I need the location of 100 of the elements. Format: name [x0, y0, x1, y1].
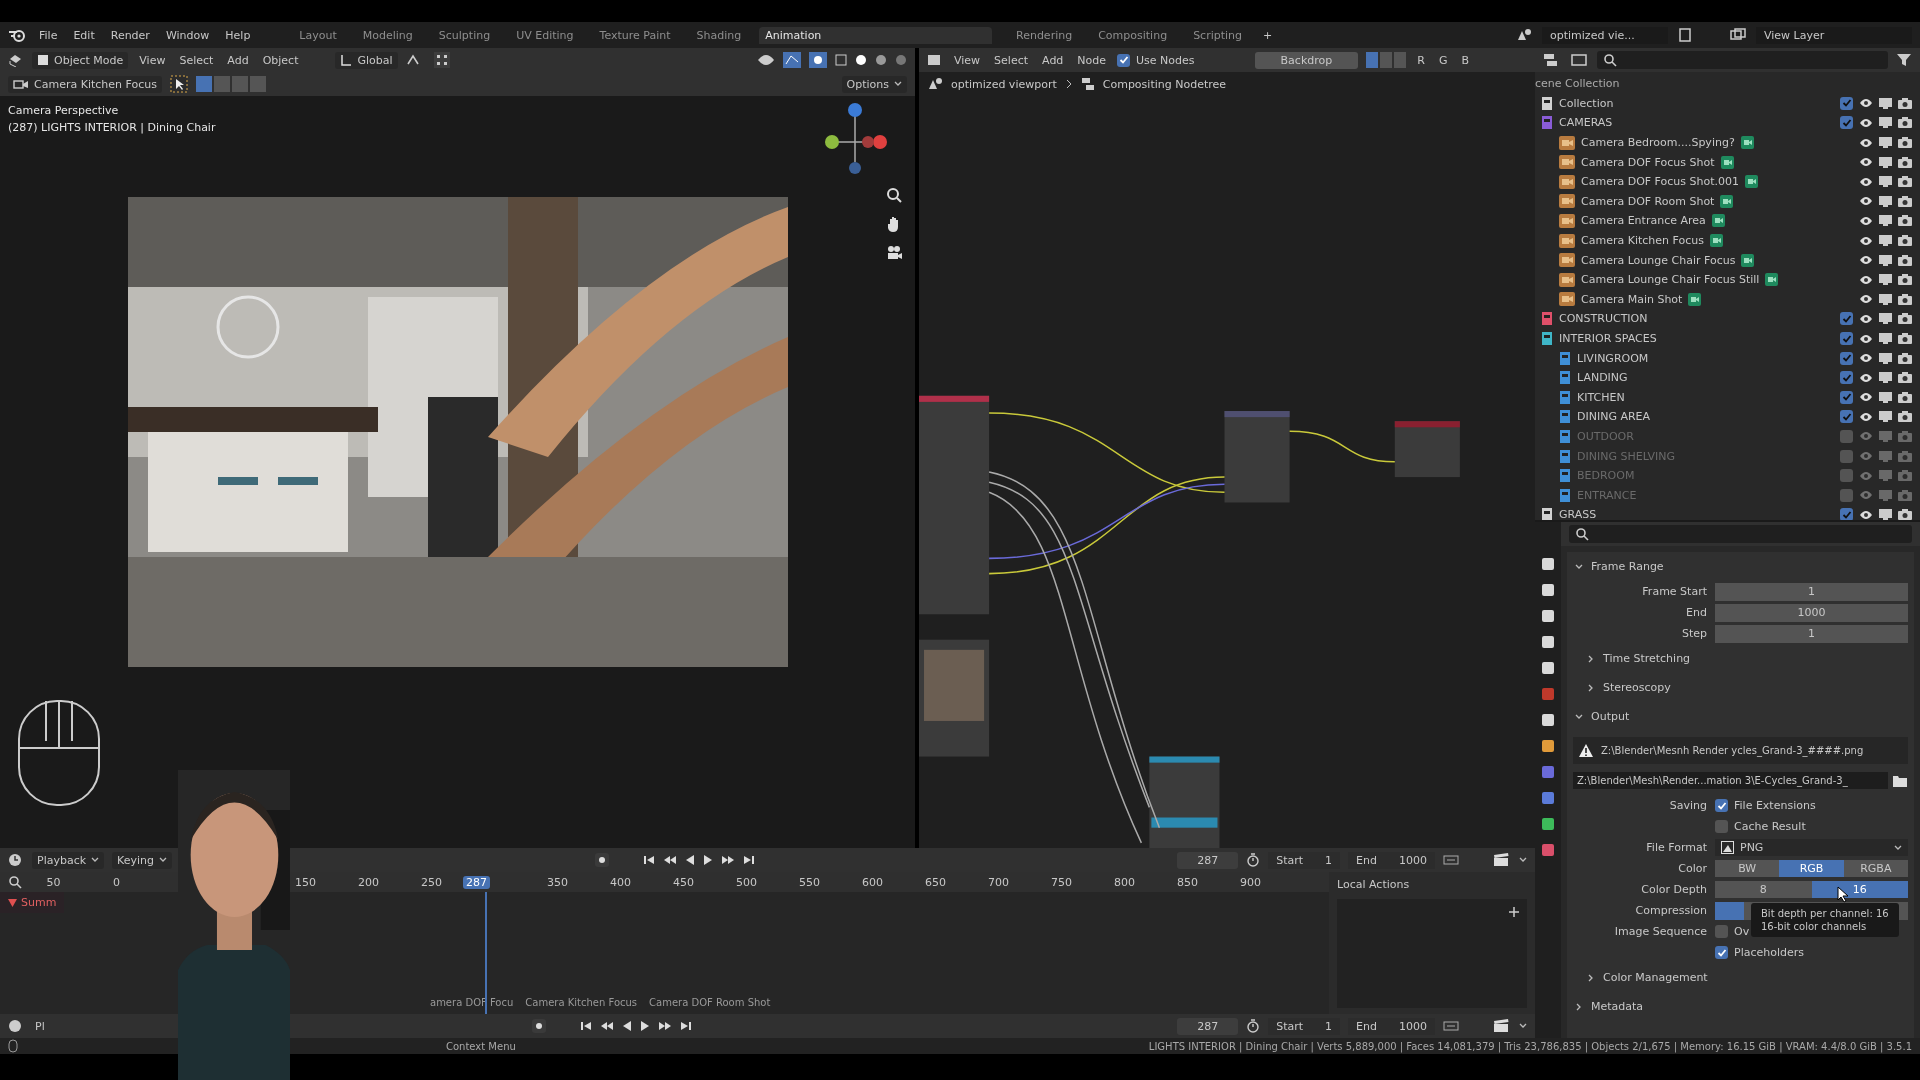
camera-icon[interactable]	[1898, 176, 1912, 188]
folder-icon[interactable]	[1892, 773, 1908, 788]
workspace-tab[interactable]: Animation	[759, 26, 992, 44]
checkbox[interactable]	[1840, 116, 1853, 130]
monitor-icon[interactable]	[1879, 352, 1892, 364]
collection-name[interactable]: KITCHEN	[1577, 390, 1625, 404]
checkbox[interactable]	[1840, 430, 1853, 443]
eye-icon[interactable]	[1859, 294, 1873, 305]
camera-name[interactable]: Camera Entrance Area	[1581, 214, 1706, 228]
camera-name[interactable]: Camera Lounge Chair Focus Still	[1581, 273, 1760, 287]
camera-name[interactable]: Camera DOF Focus Shot	[1581, 155, 1715, 169]
end-frame-field[interactable]: End 1000	[1348, 851, 1435, 869]
properties-tab-icon[interactable]	[1540, 608, 1556, 624]
properties-tab-icon[interactable]	[1540, 634, 1556, 650]
menu-item[interactable]: Select	[991, 53, 1032, 67]
eye-icon[interactable]	[1859, 411, 1873, 422]
eye-icon[interactable]	[1859, 215, 1873, 226]
play-reverse-icon[interactable]	[622, 1020, 633, 1032]
monitor-icon[interactable]	[1879, 117, 1892, 129]
monitor-icon[interactable]	[1879, 293, 1892, 305]
workspace-tab[interactable]: UV Editing	[508, 24, 582, 46]
jump-start-icon[interactable]	[580, 1020, 593, 1032]
file-format-dropdown[interactable]: PNG	[1715, 839, 1908, 856]
clapper-icon[interactable]	[1493, 1019, 1511, 1033]
properties-tab-icon[interactable]	[1540, 556, 1556, 572]
eye-icon[interactable]	[1859, 353, 1873, 364]
menu-item[interactable]: Select	[176, 53, 217, 67]
eye-icon[interactable]	[1859, 333, 1873, 344]
collection-name[interactable]: DINING AREA	[1577, 410, 1651, 424]
file-output-node[interactable]	[1149, 756, 1220, 848]
camera-name[interactable]: Camera Bedroom....Spying?	[1581, 136, 1735, 150]
rendered-shading-icon[interactable]	[895, 54, 907, 66]
jump-start-icon[interactable]	[642, 854, 655, 866]
playhead-frame-label[interactable]: 287	[463, 875, 490, 889]
channel-toggle[interactable]: R	[1414, 53, 1428, 67]
panel-header[interactable]: Output	[1567, 702, 1914, 731]
backdrop-button[interactable]: Backdrop	[1254, 51, 1359, 69]
monitor-icon[interactable]	[1879, 97, 1892, 109]
workspace-tab[interactable]: Rendering	[1008, 24, 1081, 46]
editor-type-icon[interactable]	[8, 1019, 24, 1033]
checkbox[interactable]: Cache Result	[1715, 820, 1806, 833]
camera-icon[interactable]	[1898, 509, 1912, 520]
toggle-option[interactable]: 16	[1811, 881, 1908, 898]
marker-label[interactable]: amera DOF Focu	[430, 997, 514, 1008]
checkbox[interactable]	[1840, 488, 1853, 502]
monitor-icon[interactable]	[1879, 215, 1892, 227]
range-icon[interactable]	[1443, 1020, 1459, 1032]
camera-icon[interactable]	[1898, 137, 1912, 149]
menu-item[interactable]: Render	[107, 28, 153, 42]
monitor-icon[interactable]	[1879, 313, 1892, 325]
camera-icon[interactable]	[1898, 293, 1912, 305]
view-layer-selector[interactable]: View Layer	[1756, 26, 1912, 44]
camera-icon[interactable]	[1898, 372, 1912, 384]
filter-icon[interactable]	[1571, 53, 1589, 67]
properties-tab-icon[interactable]	[1540, 582, 1556, 598]
output-path-field[interactable]: Z:\Blender\Mesh\Render...mation 3\E-Cycles_Grand-3_	[1573, 772, 1888, 789]
collection-name[interactable]: CAMERAS	[1559, 116, 1613, 130]
orientation-dropdown[interactable]: Global	[335, 51, 398, 69]
monitor-icon[interactable]	[1879, 391, 1892, 403]
number-field[interactable]: 1	[1715, 582, 1908, 601]
use-nodes-checkbox[interactable]: Use Nodes	[1117, 53, 1195, 67]
menu-item[interactable]: Add	[224, 53, 252, 67]
grid-snap-icon[interactable]	[433, 52, 450, 68]
zoom-icon[interactable]	[885, 186, 903, 204]
camera-icon[interactable]	[1898, 235, 1912, 247]
checkbox[interactable]	[1840, 332, 1853, 345]
panel-header[interactable]: Metadata	[1567, 992, 1914, 1021]
checkbox[interactable]: File Extensions	[1715, 799, 1816, 812]
render-layers-node[interactable]	[919, 395, 990, 615]
panel-header[interactable]: Frame Range	[1567, 552, 1914, 581]
collection-name[interactable]: INTERIOR SPACES	[1559, 332, 1657, 345]
checkbox[interactable]	[1840, 390, 1853, 404]
workspace-tab[interactable]: Sculpting	[430, 24, 499, 46]
material-shading-icon[interactable]	[875, 54, 887, 66]
start-frame-field[interactable]: Start 1	[1268, 1017, 1341, 1035]
camera-name[interactable]: Camera Main Shot	[1581, 292, 1683, 306]
start-frame-field[interactable]: Start 1	[1268, 851, 1341, 869]
funnel-icon[interactable]	[1896, 53, 1912, 67]
monitor-icon[interactable]	[1879, 274, 1892, 286]
camera-dropdown[interactable]: Camera Kitchen Focus	[8, 75, 162, 93]
monitor-icon[interactable]	[1879, 176, 1892, 188]
eye-icon[interactable]	[1859, 313, 1873, 324]
camera-icon[interactable]	[1898, 117, 1912, 129]
previous-keyframe-icon[interactable]	[662, 854, 677, 866]
mode-dropdown[interactable]: Object Mode	[32, 51, 129, 69]
search-field[interactable]	[1569, 525, 1912, 543]
collection-name[interactable]: LIVINGROOM	[1577, 351, 1649, 365]
stopwatch-icon[interactable]	[1246, 1019, 1261, 1033]
eye-icon[interactable]	[1859, 137, 1873, 148]
mix-node[interactable]	[1224, 411, 1290, 503]
video-camera-icon[interactable]	[885, 244, 903, 262]
monitor-icon[interactable]	[1879, 156, 1892, 168]
toggle-option[interactable]: RGB	[1779, 860, 1844, 877]
channel-icons[interactable]	[1366, 52, 1407, 68]
camera-name[interactable]: Camera DOF Room Shot	[1581, 194, 1715, 208]
workspace-tab[interactable]: Texture Paint	[591, 24, 679, 46]
clapper-icon[interactable]	[1493, 853, 1511, 867]
panel-header[interactable]: Color Management	[1567, 963, 1914, 992]
search-field[interactable]	[1597, 51, 1888, 69]
select-tool-icon[interactable]	[169, 75, 188, 93]
